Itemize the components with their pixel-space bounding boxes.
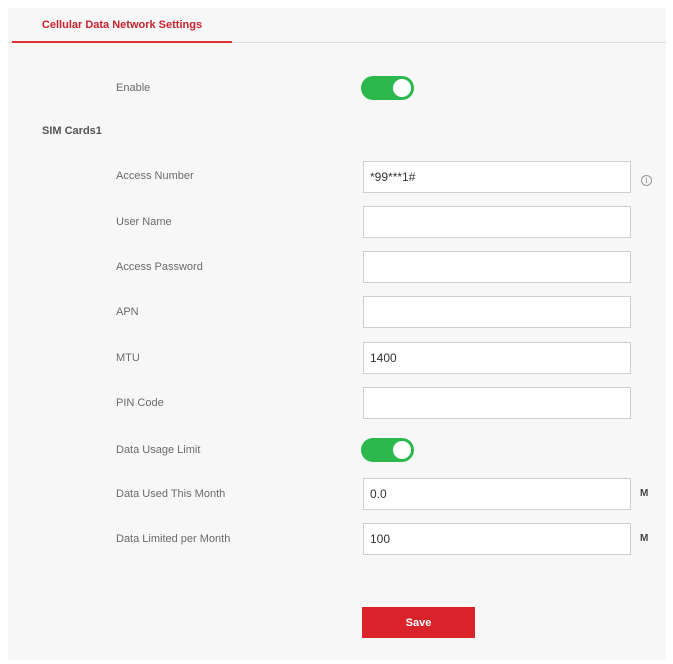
data-limit-unit: M xyxy=(640,533,649,544)
toggle-knob xyxy=(393,441,411,459)
toggle-knob xyxy=(393,79,411,97)
save-button[interactable]: Save xyxy=(362,607,475,638)
enable-toggle[interactable] xyxy=(361,76,414,100)
settings-page: Cellular Data Network Settings Enable SI… xyxy=(8,8,666,660)
user-name-input[interactable] xyxy=(363,206,631,238)
pin-code-label: PIN Code xyxy=(116,397,164,409)
user-name-label: User Name xyxy=(116,216,172,228)
sim-section-title: SIM Cards1 xyxy=(42,125,102,137)
data-limited-per-month-input[interactable] xyxy=(363,523,631,555)
tab-bar: Cellular Data Network Settings xyxy=(8,8,666,43)
apn-label: APN xyxy=(116,306,139,318)
access-password-input[interactable] xyxy=(363,251,631,283)
data-used-this-month-input[interactable] xyxy=(363,478,631,510)
data-usage-limit-label: Data Usage Limit xyxy=(116,444,201,456)
access-password-label: Access Password xyxy=(116,261,203,273)
info-icon[interactable]: i xyxy=(641,175,652,186)
data-limited-per-month-label: Data Limited per Month xyxy=(116,533,231,545)
enable-label: Enable xyxy=(116,82,151,94)
apn-input[interactable] xyxy=(363,296,631,328)
mtu-label: MTU xyxy=(116,352,140,364)
data-used-unit: M xyxy=(640,488,649,499)
mtu-input[interactable] xyxy=(363,342,631,374)
tab-cellular-data-network-settings[interactable]: Cellular Data Network Settings xyxy=(12,8,232,43)
access-number-label: Access Number xyxy=(116,170,194,182)
pin-code-input[interactable] xyxy=(363,387,631,419)
access-number-input[interactable] xyxy=(363,161,631,193)
data-used-this-month-label: Data Used This Month xyxy=(116,488,226,500)
data-usage-limit-toggle[interactable] xyxy=(361,438,414,462)
